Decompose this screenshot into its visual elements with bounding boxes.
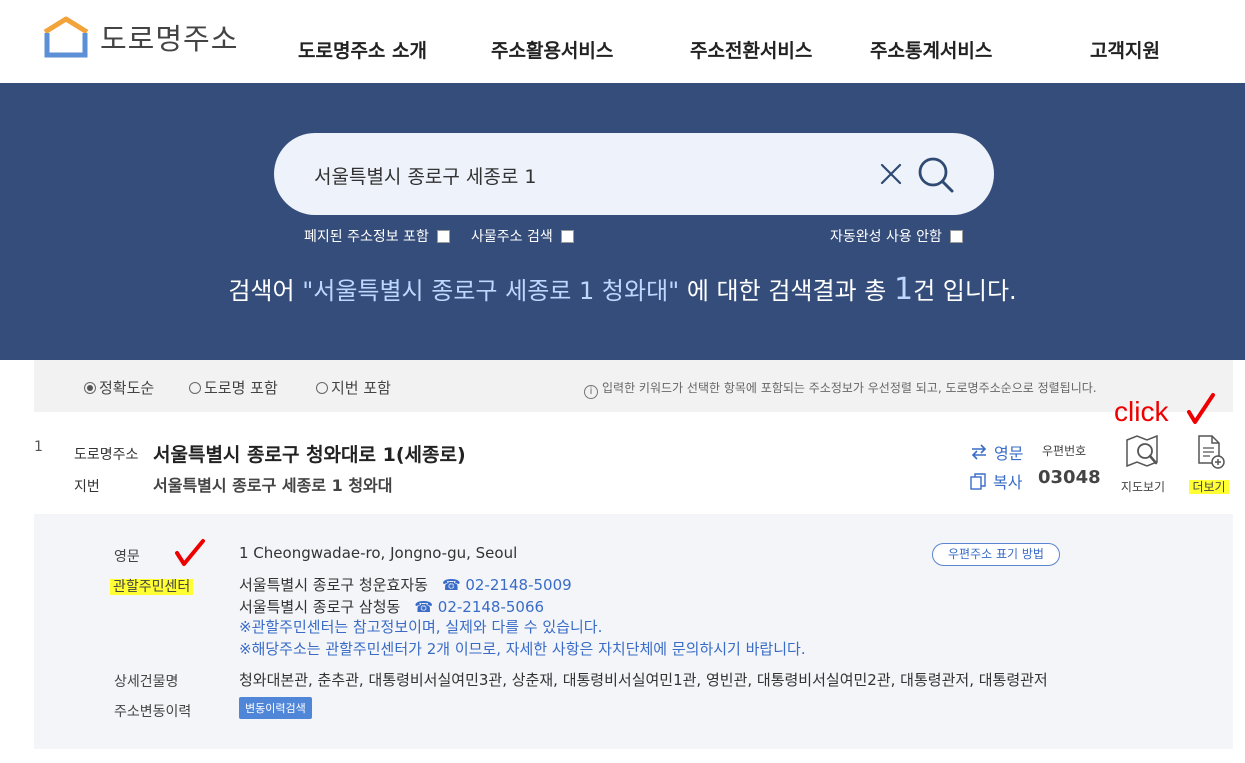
- center-row-1: 서울특별시 종로구 청운효자동 ☎ 02-2148-5009: [239, 574, 572, 595]
- sort-accuracy[interactable]: 정확도순: [84, 377, 154, 398]
- result-summary-prefix: 검색어: [228, 277, 303, 305]
- result-summary: 검색어 "서울특별시 종로구 세종로 1 청와대" 에 대한 검색결과 총 1건…: [0, 271, 1245, 307]
- option-no-autocomplete-label: 자동완성 사용 안함: [830, 229, 942, 245]
- result-index: 1: [34, 439, 43, 455]
- zip-label: 우편번호: [1042, 444, 1087, 458]
- no-autocomplete-checkbox[interactable]: [949, 229, 963, 243]
- option-thing-address-label: 사물주소 검색: [471, 229, 553, 245]
- search-hero: 서울특별시 종로구 세종로 1 폐지된 주소정보 포함 사물주소 검색 자동완성…: [0, 83, 1245, 360]
- postal-format-button[interactable]: 우편주소 표기 방법: [932, 543, 1060, 566]
- option-include-abolished[interactable]: 폐지된 주소정보 포함: [304, 226, 450, 246]
- swap-arrows-icon: [971, 444, 987, 460]
- search-query-text[interactable]: 서울특별시 종로구 세종로 1: [314, 162, 537, 189]
- copy-icon: [970, 472, 986, 490]
- building-label: 상세건물명: [114, 674, 179, 690]
- nav-customer-support[interactable]: 고객지원: [1090, 36, 1160, 63]
- nav-address-service[interactable]: 주소활용서비스: [491, 36, 613, 63]
- house-logo-icon: [42, 16, 90, 58]
- history-label: 주소변동이력: [114, 704, 192, 720]
- nav-intro[interactable]: 도로명주소 소개: [298, 36, 427, 63]
- center-label: 관할주민센터: [110, 579, 194, 595]
- center-name: 서울특별시 종로구 삼청동: [239, 598, 401, 616]
- result-count: 1: [893, 272, 914, 307]
- sort-note-text: 입력한 키워드가 선택한 항목에 포함되는 주소정보가 우선정렬 되고, 도로명…: [602, 381, 1097, 395]
- sort-accuracy-label: 정확도순: [99, 379, 155, 397]
- phone-icon: ☎: [441, 576, 466, 594]
- center-note-2: ※해당주소는 관할주민센터가 2개 이므로, 자세한 사항은 자치단체에 문의하…: [239, 640, 806, 658]
- phone-icon: ☎: [414, 598, 438, 616]
- road-address: 서울특별시 종로구 청와대로 1(세종로): [153, 444, 466, 466]
- result-summary-mid: 에 대한 검색결과 총: [679, 277, 894, 305]
- center-name: 서울특별시 종로구 청운효자동: [239, 576, 428, 594]
- search-input[interactable]: 서울특별시 종로구 세종로 1: [274, 133, 994, 215]
- nav-conversion-service[interactable]: 주소전환서비스: [690, 36, 812, 63]
- more-button[interactable]: 더보기: [1184, 434, 1234, 495]
- site-logo[interactable]: 도로명주소: [42, 16, 238, 58]
- radio-icon[interactable]: [189, 381, 201, 394]
- english-label: 영문: [114, 549, 140, 565]
- radio-selected-icon[interactable]: [84, 381, 96, 394]
- jibun-label: 지번: [74, 479, 100, 495]
- zip-code: 03048: [1038, 467, 1101, 488]
- option-thing-address[interactable]: 사물주소 검색: [471, 226, 574, 246]
- option-include-abolished-label: 폐지된 주소정보 포함: [304, 229, 429, 245]
- red-check-annotation-icon: [175, 539, 205, 566]
- sort-road-include-label: 도로명 포함: [204, 379, 278, 397]
- history-search-button[interactable]: 변동이력검색: [239, 697, 312, 719]
- sort-jibun-include[interactable]: 지번 포함: [316, 377, 391, 398]
- map-search-icon: [1126, 434, 1158, 468]
- jibun-address: 서울특별시 종로구 세종로 1 청와대: [153, 476, 393, 495]
- site-header: 도로명주소 도로명주소 소개 주소활용서비스 주소전환서비스 주소통계서비스 고…: [0, 0, 1245, 83]
- center-phone[interactable]: 02-2148-5066: [438, 598, 544, 616]
- document-add-icon: [1198, 435, 1225, 469]
- english-address: 1 Cheongwadae-ro, Jongno-gu, Seoul: [239, 544, 518, 562]
- english-button-label: 영문: [994, 444, 1024, 463]
- result-summary-keyword: "서울특별시 종로구 세종로 1 청와대": [302, 277, 680, 305]
- sort-note: i 입력한 키워드가 선택한 항목에 포함되는 주소정보가 우선정렬 되고, 도로…: [584, 379, 1097, 399]
- center-phone[interactable]: 02-2148-5009: [465, 576, 571, 594]
- sort-jibun-include-label: 지번 포함: [331, 379, 391, 397]
- sort-bar: 정확도순 도로명 포함 지번 포함 i 입력한 키워드가 선택한 항목에 포함되는…: [34, 360, 1233, 412]
- more-label: 더보기: [1189, 480, 1229, 494]
- english-button[interactable]: 영문: [970, 440, 1023, 464]
- map-view-button[interactable]: 지도보기: [1116, 434, 1170, 495]
- copy-button-label: 복사: [993, 473, 1023, 492]
- option-no-autocomplete[interactable]: 자동완성 사용 안함: [830, 226, 963, 246]
- search-icon[interactable]: [916, 155, 956, 195]
- center-row-2: 서울특별시 종로구 삼청동 ☎ 02-2148-5066: [239, 596, 544, 617]
- click-annotation: click: [1114, 396, 1169, 427]
- logo-text: 도로명주소: [100, 22, 239, 56]
- thing-address-checkbox[interactable]: [560, 229, 574, 243]
- radio-icon[interactable]: [316, 381, 328, 394]
- sort-road-include[interactable]: 도로명 포함: [189, 377, 278, 398]
- road-address-label: 도로명주소: [74, 447, 139, 463]
- detail-panel: 영문 1 Cheongwadae-ro, Jongno-gu, Seoul 우편…: [34, 514, 1233, 749]
- info-icon: i: [584, 385, 598, 399]
- copy-button[interactable]: 복사: [970, 469, 1022, 493]
- building-names: 청와대본관, 춘추관, 대통령비서실여민3관, 상춘재, 대통령비서실여민1관,…: [239, 671, 1048, 689]
- include-abolished-checkbox[interactable]: [436, 229, 450, 243]
- map-view-label: 지도보기: [1120, 480, 1166, 494]
- clear-icon[interactable]: [878, 161, 904, 187]
- nav-statistics-service[interactable]: 주소통계서비스: [870, 36, 992, 63]
- red-check-annotation-icon: [1187, 393, 1215, 424]
- result-summary-suffix: 건 입니다.: [913, 277, 1017, 305]
- center-note-1: ※관할주민센터는 참고정보이며, 실제와 다를 수 있습니다.: [239, 618, 603, 636]
